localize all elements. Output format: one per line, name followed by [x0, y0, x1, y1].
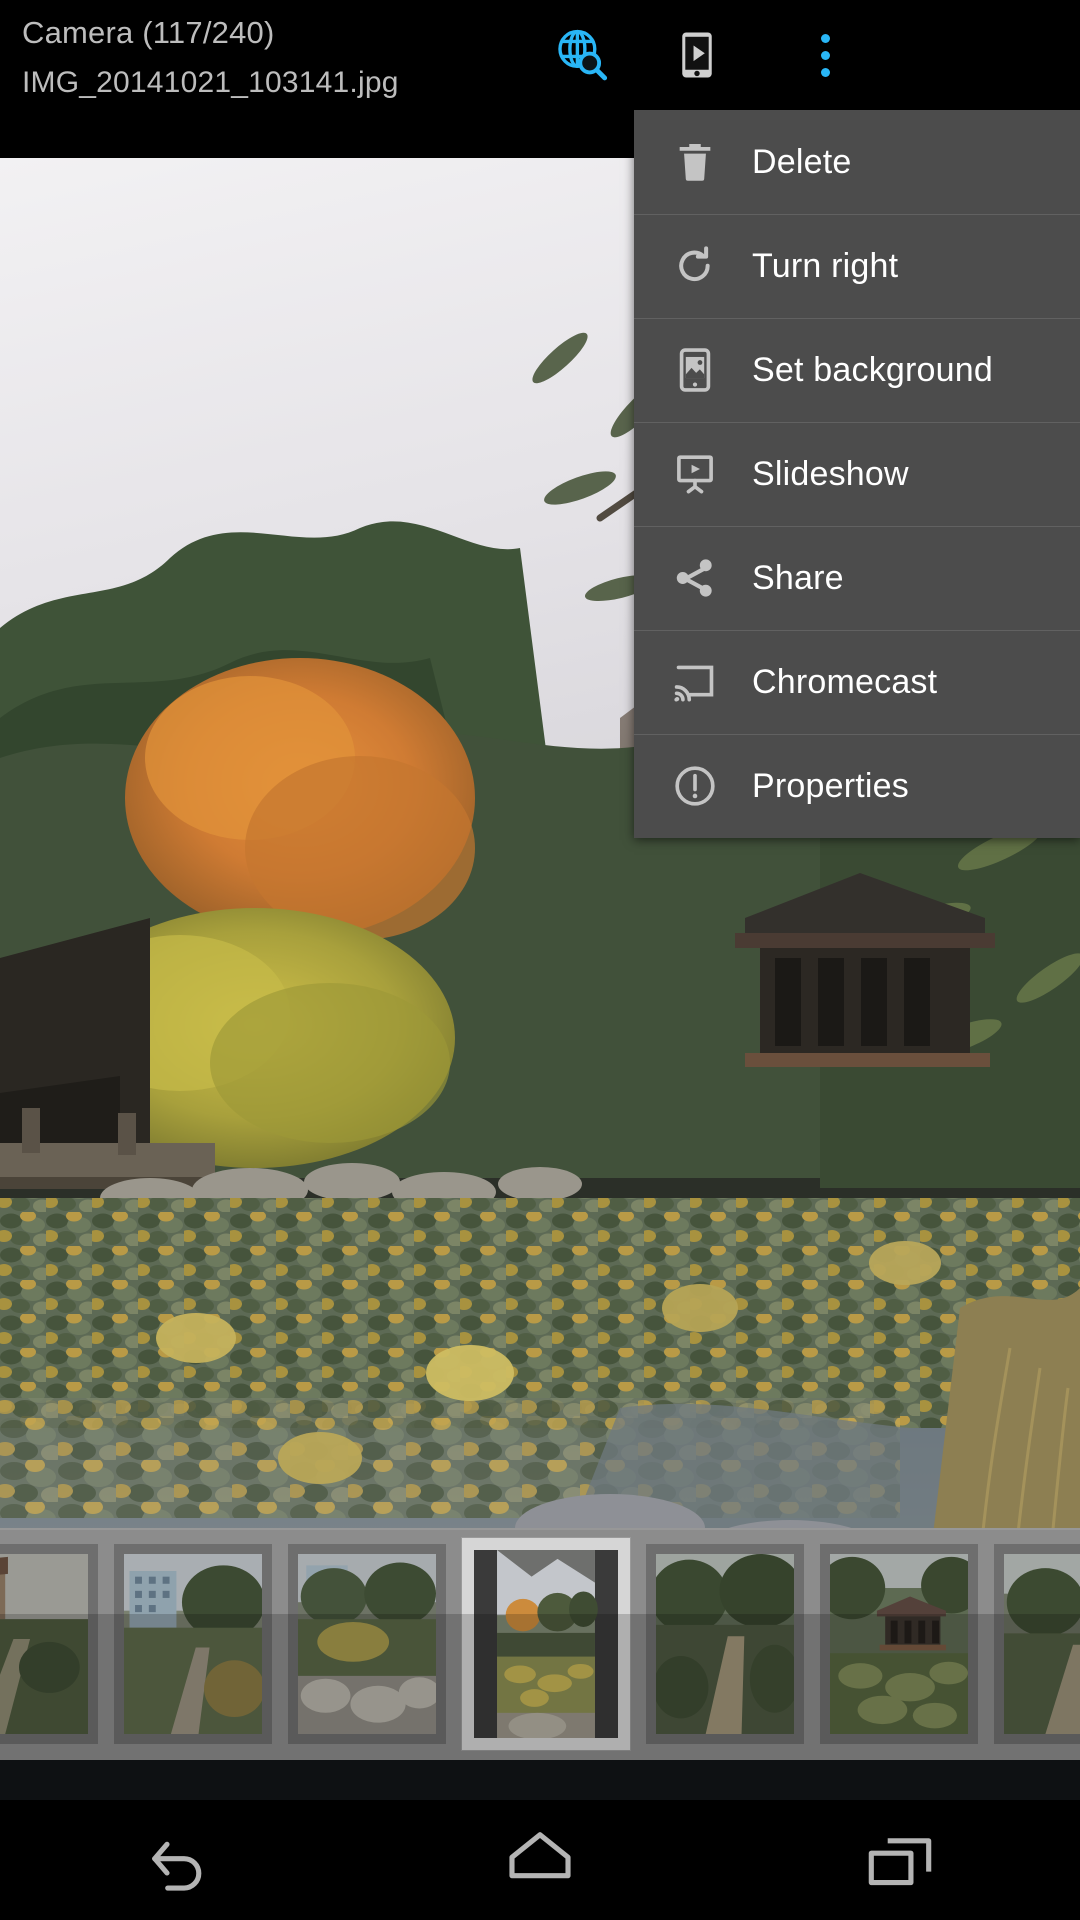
album-title: Camera (117/240) — [22, 15, 275, 50]
thumbnail-filmstrip[interactable] — [0, 1528, 1080, 1760]
recents-button[interactable] — [720, 1800, 1080, 1920]
file-name: IMG_20141021_103141.jpg — [22, 66, 399, 99]
menu-label: Properties — [752, 766, 909, 805]
info-icon — [668, 759, 722, 813]
system-navigation-bar — [0, 1800, 1080, 1920]
three-dots — [820, 25, 830, 85]
thumb-partial-right[interactable] — [994, 1544, 1080, 1744]
menu-item-delete[interactable]: Delete — [634, 110, 1080, 214]
menu-item-set-background[interactable]: Set background — [634, 318, 1080, 422]
filmstrip-top-edge — [0, 1528, 1080, 1530]
thumb-pavilion-pond[interactable] — [820, 1544, 978, 1744]
menu-item-share[interactable]: Share — [634, 526, 1080, 630]
thumb-building-garden[interactable] — [0, 1544, 98, 1744]
rotate-right-icon — [668, 239, 722, 293]
menu-item-slideshow[interactable]: Slideshow — [634, 422, 1080, 526]
filmstrip-track[interactable] — [0, 1528, 1080, 1760]
web-search-icon[interactable] — [538, 12, 624, 98]
slideshow-icon — [668, 447, 722, 501]
menu-label: Slideshow — [752, 454, 909, 493]
overflow-popup-menu[interactable]: Delete Turn right Set background Slidesh… — [634, 110, 1080, 838]
menu-label: Turn right — [752, 246, 899, 285]
title-block: Camera (117/240) IMG_20141021_103141.jpg — [22, 8, 582, 108]
thumb-rock-garden[interactable] — [288, 1544, 446, 1744]
home-button[interactable] — [360, 1800, 720, 1920]
menu-item-properties[interactable]: Properties — [634, 734, 1080, 838]
menu-label: Delete — [752, 142, 852, 181]
menu-item-turn-right[interactable]: Turn right — [634, 214, 1080, 318]
set-wallpaper-icon — [668, 343, 722, 397]
cast-to-device-icon[interactable] — [654, 12, 740, 98]
menu-label: Share — [752, 558, 844, 597]
filmstrip-nav-gap — [0, 1760, 1080, 1800]
menu-label: Chromecast — [752, 662, 938, 701]
chromecast-icon — [668, 655, 722, 709]
menu-item-chromecast[interactable]: Chromecast — [634, 630, 1080, 734]
android-gallery-screen: Camera (117/240) IMG_20141021_103141.jpg — [0, 0, 1080, 1920]
thumb-forest-path[interactable] — [646, 1544, 804, 1744]
back-button[interactable] — [0, 1800, 360, 1920]
trash-icon — [668, 135, 722, 189]
menu-label: Set background — [752, 350, 993, 389]
thumb-lilypad-pond[interactable] — [462, 1538, 630, 1750]
overflow-menu-icon[interactable] — [790, 12, 860, 98]
thumb-apartment-path[interactable] — [114, 1544, 272, 1744]
share-icon — [668, 551, 722, 605]
